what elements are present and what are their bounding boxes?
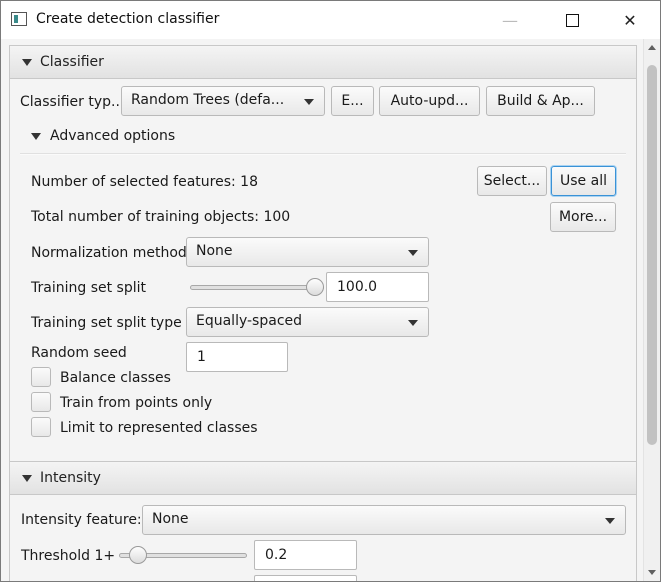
balance-classes-checkbox[interactable] [31,367,51,387]
select-features-button[interactable]: Select... [477,166,547,196]
threshold2-field[interactable] [254,575,357,581]
split-type-value: Equally-spaced [196,313,303,329]
dialog-window: Create detection classifier — ✕ Classifi… [0,0,661,582]
title-bar[interactable]: Create detection classifier — ✕ [1,1,660,39]
training-split-value: 100.0 [337,279,378,295]
more-label: More... [558,209,608,225]
training-split-field[interactable]: 100.0 [326,272,429,302]
intensity-section-title: Intensity [40,470,101,486]
edit-classifier-label: E... [341,93,364,109]
advanced-divider [20,153,626,155]
train-points-label: Train from points only [60,395,213,411]
advanced-options-header[interactable]: Advanced options [20,126,626,148]
app-window-icon [11,12,27,26]
chevron-down-icon [408,320,418,326]
limit-classes-label: Limit to represented classes [60,420,258,436]
training-split-slider-track[interactable] [190,285,324,290]
classifier-section-header[interactable]: Classifier [9,45,637,79]
training-split-label: Training set split [31,280,146,296]
maximize-icon [565,13,579,27]
scroll-down-button[interactable] [644,564,660,581]
content-pane: Classifier Classifier typ... Random Tree… [1,39,643,581]
training-split-slider-thumb[interactable] [306,278,324,296]
window-title: Create detection classifier [36,11,220,27]
intensity-section-body: Intensity feature: None Threshold 1+ 0.2 [9,495,637,581]
threshold1-field[interactable]: 0.2 [254,540,357,570]
normalization-value: None [196,243,233,259]
normalization-dropdown[interactable]: None [186,237,429,267]
random-seed-label: Random seed [31,345,127,361]
train-points-checkbox[interactable] [31,392,51,412]
select-features-label: Select... [483,173,541,189]
intensity-feature-label: Intensity feature: [21,512,142,528]
build-apply-label: Build & Ap... [497,93,584,109]
intensity-feature-dropdown[interactable]: None [142,505,626,535]
chevron-down-icon [304,99,314,105]
intensity-section-header[interactable]: Intensity [9,461,637,495]
normalization-label: Normalization method [31,245,187,261]
training-objects-text: Total number of training objects: 100 [31,209,291,225]
balance-classes-label: Balance classes [60,370,171,386]
auto-update-button[interactable]: Auto-upd... [379,86,480,116]
random-seed-value: 1 [197,349,206,365]
minimize-icon: — [502,10,518,30]
scrollbar-thumb[interactable] [647,65,657,445]
use-all-label: Use all [560,173,607,189]
classifier-section-title: Classifier [40,54,104,70]
chevron-down-icon [605,518,615,524]
classifier-type-label: Classifier typ... [20,94,125,110]
more-button[interactable]: More... [550,202,616,232]
split-type-dropdown[interactable]: Equally-spaced [186,307,429,337]
use-all-button[interactable]: Use all [551,166,616,196]
intensity-feature-value: None [152,511,189,527]
vertical-scrollbar[interactable] [643,39,660,581]
threshold1-value: 0.2 [265,547,288,563]
advanced-options-title: Advanced options [50,128,176,144]
close-button[interactable]: ✕ [607,1,653,39]
collapse-triangle-icon [22,59,32,66]
classifier-section-body: Classifier typ... Random Trees (defa... … [9,79,637,462]
maximize-button[interactable] [549,1,595,39]
collapse-triangle-icon [22,475,32,482]
chevron-down-icon [408,250,418,256]
minimize-button[interactable]: — [487,1,533,39]
limit-classes-checkbox[interactable] [31,417,51,437]
selected-features-text: Number of selected features: 18 [31,174,259,190]
random-seed-field[interactable]: 1 [186,342,288,372]
auto-update-label: Auto-upd... [390,93,469,109]
edit-classifier-button[interactable]: E... [331,86,374,116]
scroll-up-button[interactable] [644,39,660,56]
threshold1-slider-thumb[interactable] [129,546,147,564]
collapse-triangle-icon [31,133,41,140]
close-icon: ✕ [623,10,637,30]
build-apply-button[interactable]: Build & Ap... [486,86,595,116]
scroll-up-icon [648,45,656,50]
split-type-label: Training set split type [31,315,182,331]
classifier-type-dropdown[interactable]: Random Trees (defa... [121,86,325,116]
classifier-type-value: Random Trees (defa... [131,92,285,108]
threshold1-label: Threshold 1+ [21,548,116,564]
scroll-down-icon [648,570,656,575]
